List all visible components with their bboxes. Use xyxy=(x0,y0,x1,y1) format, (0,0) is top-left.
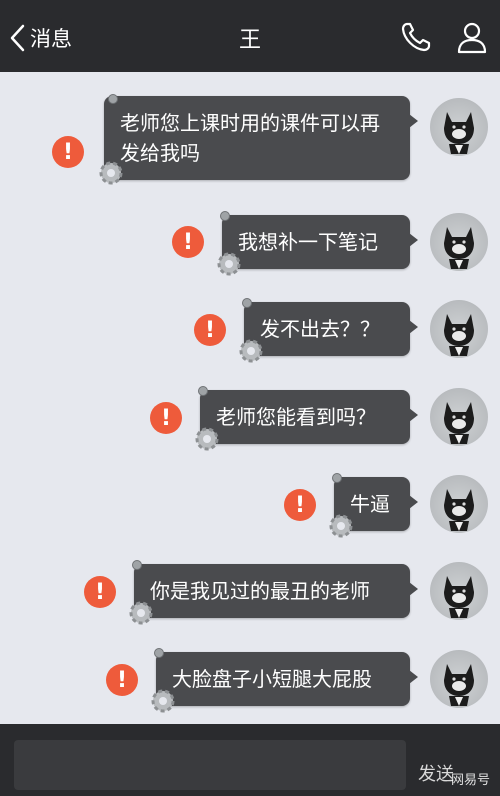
dog-avatar[interactable] xyxy=(430,562,488,620)
dog-avatar[interactable] xyxy=(430,98,488,156)
message-row: ! 大脸盘子小短腿大屁股 xyxy=(0,648,500,713)
pin-icon xyxy=(242,298,252,308)
dog-avatar[interactable] xyxy=(430,475,488,533)
message-row: ! 老师您能看到吗？ xyxy=(0,386,500,451)
watermark: 网易号 xyxy=(450,773,490,788)
pin-icon xyxy=(108,94,118,104)
gear-icon xyxy=(217,252,241,276)
message-bubble[interactable]: 你是我见过的最丑的老师 xyxy=(134,564,418,618)
message-list: ! 老师您上课时用的课件可以再发给我吗 ! 我想补一下笔记 ! 发不出去？？ !… xyxy=(0,72,500,724)
error-icon[interactable]: ! xyxy=(284,489,316,521)
dog-avatar[interactable] xyxy=(430,650,488,708)
message-bubble[interactable]: 我想补一下笔记 xyxy=(222,215,418,269)
message-row: ! 老师您上课时用的课件可以再发给我吗 xyxy=(0,94,500,185)
error-icon[interactable]: ! xyxy=(150,402,182,434)
send-button[interactable]: 发送 xyxy=(418,760,454,786)
message-row: ! 我想补一下笔记 xyxy=(0,211,500,276)
pin-icon xyxy=(220,211,230,221)
dog-icon xyxy=(444,112,474,154)
gear-icon xyxy=(99,161,123,185)
phone-icon[interactable] xyxy=(398,19,434,55)
dog-avatar[interactable] xyxy=(430,300,488,358)
dog-icon xyxy=(444,402,474,444)
dog-icon xyxy=(444,489,474,531)
dog-icon xyxy=(444,314,474,356)
message-bubble[interactable]: 老师您上课时用的课件可以再发给我吗 xyxy=(104,96,418,180)
pin-icon xyxy=(132,560,142,570)
message-row: ! 发不出去？？ xyxy=(0,298,500,363)
gear-icon xyxy=(239,339,263,363)
pin-icon xyxy=(154,648,164,658)
dog-icon xyxy=(444,664,474,706)
dog-icon xyxy=(444,227,474,269)
message-row: ! 你是我见过的最丑的老师 xyxy=(0,560,500,625)
gear-icon xyxy=(129,601,153,625)
input-bar: 发送 网易号 xyxy=(0,724,500,796)
message-bubble[interactable]: 发不出去？？ xyxy=(244,302,418,356)
person-icon[interactable] xyxy=(454,19,490,55)
pin-icon xyxy=(198,386,208,396)
pin-icon xyxy=(332,473,342,483)
message-bubble[interactable]: 老师您能看到吗？ xyxy=(200,390,418,444)
dog-avatar[interactable] xyxy=(430,213,488,271)
error-icon[interactable]: ! xyxy=(84,576,116,608)
dog-icon xyxy=(444,576,474,618)
gear-icon xyxy=(195,427,219,451)
dog-avatar[interactable] xyxy=(430,388,488,446)
top-bar: 消息 王 xyxy=(0,0,500,72)
error-icon[interactable]: ! xyxy=(106,664,138,696)
error-icon[interactable]: ! xyxy=(172,226,204,258)
gear-icon xyxy=(329,514,353,538)
message-bubble[interactable]: 大脸盘子小短腿大屁股 xyxy=(156,652,418,706)
gear-icon xyxy=(151,689,175,713)
message-row: ! 牛逼 xyxy=(0,473,500,538)
error-icon[interactable]: ! xyxy=(194,314,226,346)
message-input[interactable] xyxy=(14,740,406,790)
error-icon[interactable]: ! xyxy=(52,136,84,168)
